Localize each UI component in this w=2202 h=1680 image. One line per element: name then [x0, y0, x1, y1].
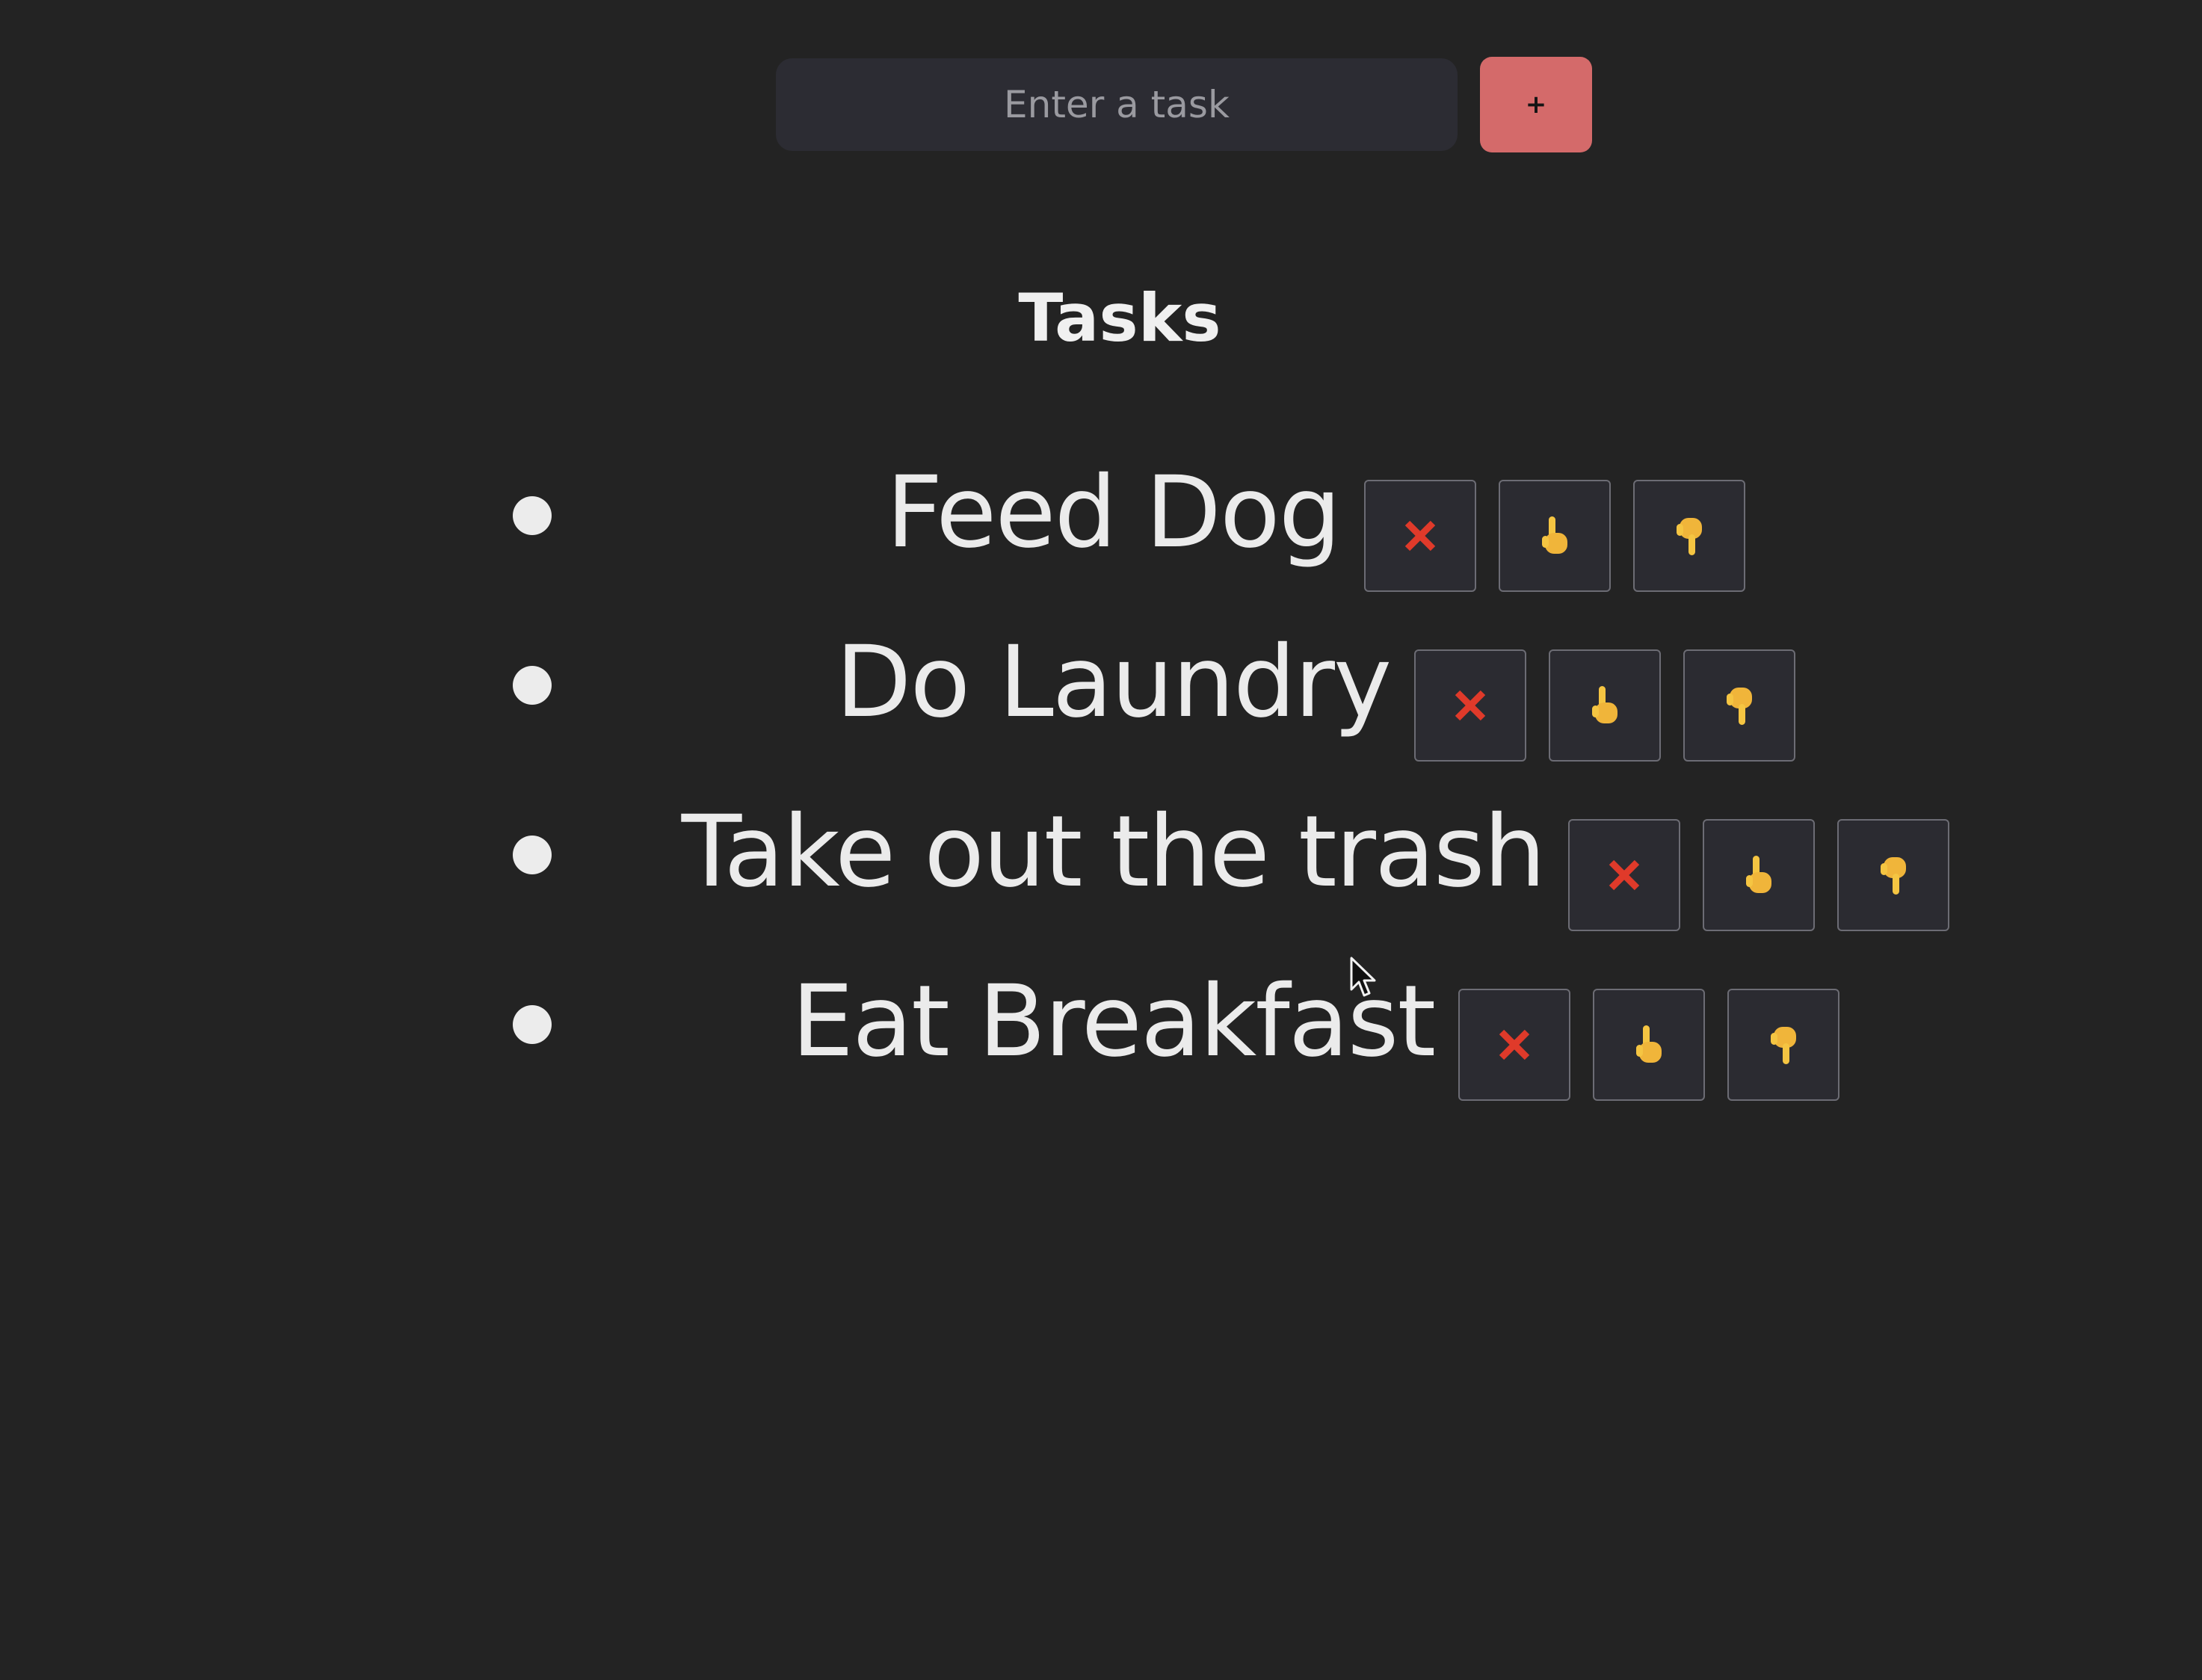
move-task-up-button[interactable]: [1549, 649, 1662, 762]
delete-task-button[interactable]: [1414, 649, 1527, 762]
task-list: Feed Dog Do Laundry Take out the trash E…: [0, 445, 2202, 1124]
cross-mark-icon: [1455, 690, 1486, 721]
task-text: Feed Dog: [886, 455, 1341, 570]
move-task-down-button[interactable]: [1683, 649, 1796, 762]
pointing-down-hand-icon: [1771, 1027, 1797, 1064]
add-task-button[interactable]: +: [1480, 57, 1592, 152]
task-input[interactable]: [776, 58, 1458, 151]
tasks-heading: Tasks: [1018, 280, 1221, 356]
move-task-down-button[interactable]: [1632, 480, 1745, 592]
bullet-icon: [513, 1005, 552, 1044]
task-item: Eat Breakfast: [0, 954, 2202, 1124]
pointing-down-hand-icon: [1676, 518, 1702, 555]
mouse-cursor-icon: [1350, 957, 1376, 997]
task-item: Take out the trash: [0, 785, 2202, 954]
move-task-up-button[interactable]: [1593, 989, 1706, 1101]
task-row: Do Laundry: [583, 615, 2048, 762]
task-actions: [1458, 989, 1840, 1101]
task-actions: [1568, 819, 1950, 931]
task-text: Do Laundry: [835, 625, 1392, 740]
task-text: Eat Breakfast: [791, 964, 1436, 1079]
pointing-down-hand-icon: [1727, 688, 1753, 725]
task-row: Feed Dog: [583, 445, 2048, 592]
cross-mark-icon: [1404, 520, 1435, 552]
cross-mark-icon: [1499, 1029, 1530, 1060]
pointing-down-hand-icon: [1881, 857, 1907, 895]
move-task-down-button[interactable]: [1837, 819, 1950, 931]
task-input-row: +: [776, 57, 1592, 152]
bullet-icon: [513, 666, 552, 705]
delete-task-button[interactable]: [1363, 480, 1476, 592]
bullet-icon: [513, 496, 552, 535]
pointing-up-hand-icon: [1592, 686, 1618, 723]
bullet-icon: [513, 836, 552, 874]
delete-task-button[interactable]: [1458, 989, 1571, 1101]
task-actions: [1363, 480, 1745, 592]
task-row: Take out the trash: [583, 785, 2048, 931]
task-actions: [1414, 649, 1796, 762]
task-text: Take out the trash: [681, 794, 1546, 910]
move-task-down-button[interactable]: [1727, 989, 1840, 1101]
pointing-up-hand-icon: [1636, 1025, 1662, 1063]
pointing-up-hand-icon: [1746, 856, 1772, 893]
delete-task-button[interactable]: [1568, 819, 1681, 931]
task-item: Feed Dog: [0, 445, 2202, 615]
move-task-up-button[interactable]: [1703, 819, 1816, 931]
task-row: Eat Breakfast: [583, 954, 2048, 1101]
move-task-up-button[interactable]: [1498, 480, 1611, 592]
task-item: Do Laundry: [0, 615, 2202, 785]
pointing-up-hand-icon: [1541, 516, 1567, 554]
cross-mark-icon: [1609, 859, 1640, 891]
